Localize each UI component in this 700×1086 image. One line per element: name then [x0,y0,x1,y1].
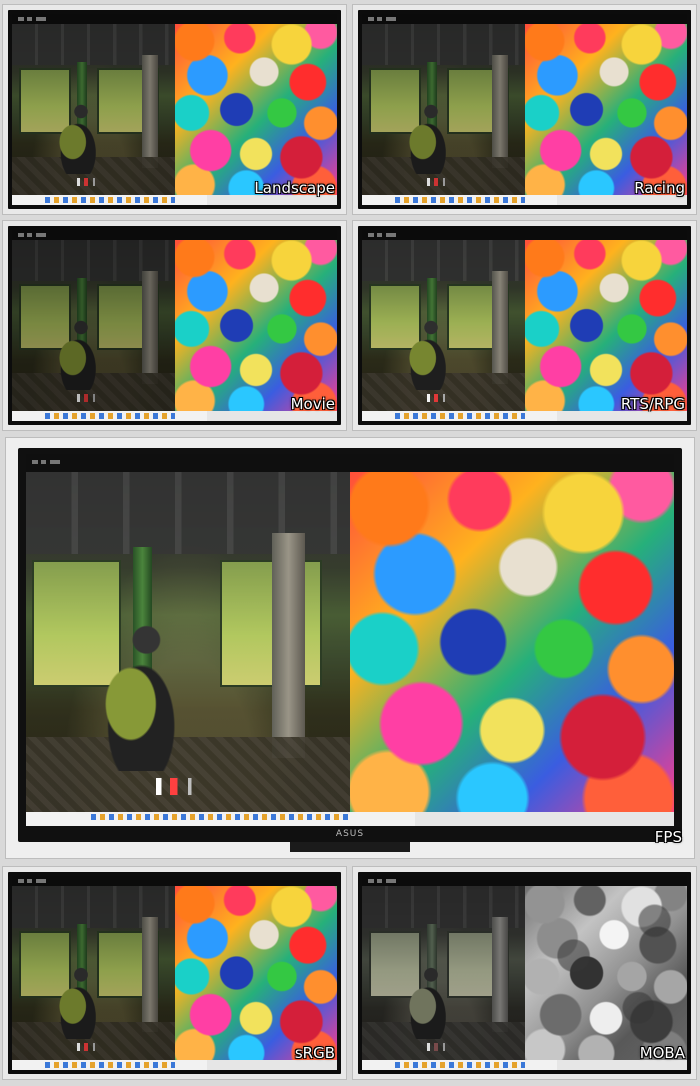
mode-tile-racing: Racing [352,4,697,215]
monitor-screen: sRGB [8,872,341,1074]
game-scene [12,886,175,1060]
mode-label: sRGB [294,1044,335,1062]
toy-fish-photo [524,886,687,1060]
mode-tile-srgb: sRGB [2,866,347,1080]
monitor-screen: Racing [358,10,691,209]
mode-tile-moba: MOBA [352,866,697,1080]
monitor-screen: Movie [8,226,341,425]
mode-tile-rts-rpg: RTS/RPG [352,220,697,431]
game-scene [12,240,175,411]
mode-label: Movie [290,395,335,413]
monitor-bezel: ASUS [18,448,682,842]
game-scene [362,240,525,411]
toy-fish-photo [524,24,687,195]
toy-fish-photo [174,886,337,1060]
monitor-screen: RTS/RPG [358,226,691,425]
monitor-screen: MOBA [358,872,691,1074]
toy-fish-photo [174,240,337,411]
game-scene [362,24,525,195]
game-scene [12,24,175,195]
mode-label: RTS/RPG [620,395,685,413]
mode-label: FPS [654,828,682,846]
mode-label: Racing [634,179,685,197]
toy-fish-photo [350,472,674,812]
monitor-screen: Landscape [8,10,341,209]
monitor-screen [26,454,674,826]
mode-tile-landscape: Landscape [2,4,347,215]
monitor-stand [290,842,410,852]
mode-label: Landscape [254,179,335,197]
mode-tile-movie: Movie [2,220,347,431]
brand-logo: ASUS [335,829,365,839]
toy-fish-photo [174,24,337,195]
game-scene [26,472,350,812]
mode-tile-fps: ASUS FPS [5,437,695,859]
game-scene [362,886,525,1060]
mode-label: MOBA [639,1044,685,1062]
toy-fish-photo [524,240,687,411]
